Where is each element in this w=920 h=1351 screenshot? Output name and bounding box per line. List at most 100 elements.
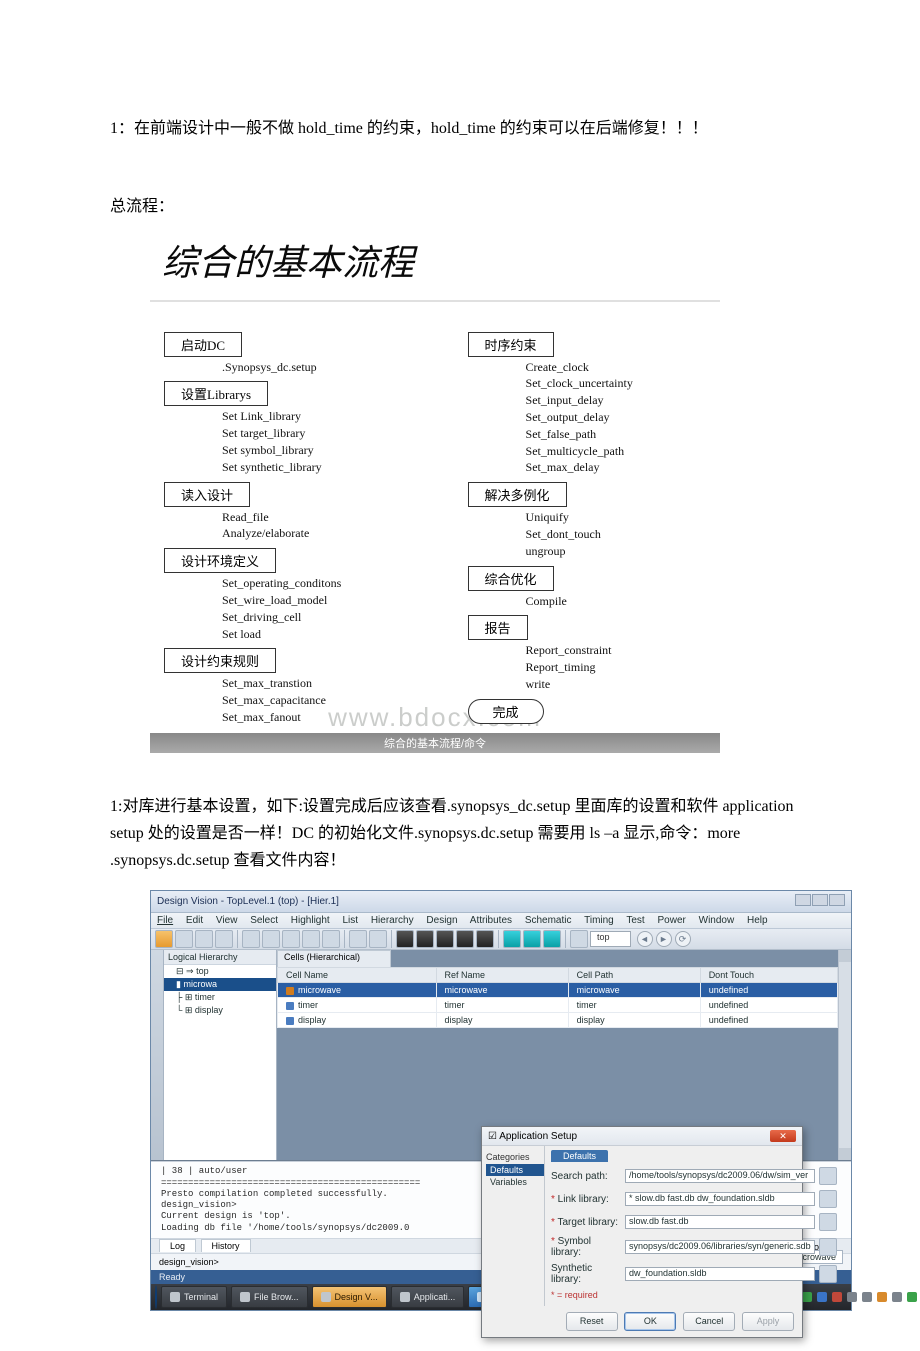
toolbar[interactable]: top ◄ ► ⟳ [151, 929, 851, 950]
tree-row[interactable]: └ ⊞ display [164, 1004, 276, 1017]
tool-icon[interactable] [396, 930, 414, 948]
tree-row[interactable]: ├ ⊞ timer [164, 991, 276, 1004]
task-terminal[interactable]: Terminal [161, 1286, 227, 1308]
tool-icon[interactable] [302, 930, 320, 948]
left-rail[interactable] [151, 950, 164, 1160]
tool-icon[interactable] [215, 930, 233, 948]
hierarchy-tab[interactable]: Logical Hierarchy [164, 950, 276, 965]
tray-icon[interactable] [877, 1292, 887, 1302]
scope-field[interactable]: top [590, 931, 631, 947]
menu-file[interactable]: File [157, 915, 173, 926]
design-vision-window: Design Vision - TopLevel.1 (top) - [Hier… [150, 890, 852, 1311]
tool-icon[interactable] [262, 930, 280, 948]
task-application[interactable]: Applicati... [391, 1286, 465, 1308]
col-donttouch[interactable]: Dont Touch [700, 968, 837, 983]
browse-icon[interactable] [819, 1238, 837, 1256]
apply-button[interactable]: Apply [742, 1312, 794, 1331]
tool-icon[interactable] [175, 930, 193, 948]
item: Set_multicycle_path [526, 443, 706, 460]
field-search-path[interactable]: /home/tools/synopsys/dc2009.06/dw/sim_ve… [625, 1169, 815, 1183]
nav-up-icon[interactable]: ⟳ [675, 931, 691, 947]
browse-icon[interactable] [819, 1213, 837, 1231]
menu-window[interactable]: Window [699, 915, 735, 926]
menu-select[interactable]: Select [250, 915, 278, 926]
tool-icon[interactable] [195, 930, 213, 948]
menu-attributes[interactable]: Attributes [470, 915, 512, 926]
tool-icon[interactable] [436, 930, 454, 948]
box-uniquify: 解决多例化 [468, 482, 567, 507]
task-designvision[interactable]: Design V... [312, 1286, 387, 1308]
menu-test[interactable]: Test [626, 915, 644, 926]
item: Set_max_delay [526, 459, 706, 476]
ok-button[interactable]: OK [624, 1312, 676, 1331]
scrollbar-v[interactable] [838, 950, 851, 1160]
item: ungroup [526, 543, 706, 560]
tray-icon[interactable] [862, 1292, 872, 1302]
cells-table[interactable]: Cell Name Ref Name Cell Path Dont Touch … [277, 967, 838, 1028]
field-target-library[interactable]: slow.db fast.db [625, 1215, 815, 1229]
tool-icon[interactable] [242, 930, 260, 948]
tool-icon[interactable] [523, 930, 541, 948]
browse-icon[interactable] [819, 1190, 837, 1208]
tool-icon[interactable] [322, 930, 340, 948]
col-cellname[interactable]: Cell Name [278, 968, 437, 983]
item: Report_constraint [526, 642, 706, 659]
reset-button[interactable]: Reset [566, 1312, 618, 1331]
col-cellpath[interactable]: Cell Path [568, 968, 700, 983]
table-row[interactable]: timer timer timer undefined [278, 998, 838, 1013]
label-symbol-library: * Symbol library: [551, 1236, 621, 1258]
application-setup-dialog[interactable]: ☑ Application Setup ✕ Categories Default… [481, 1126, 803, 1338]
field-symbol-library[interactable]: synopsys/dc2009.06/libraries/syn/generic… [625, 1240, 815, 1254]
tool-icon[interactable] [570, 930, 588, 948]
tray-icon[interactable] [892, 1292, 902, 1302]
nav-back-icon[interactable]: ◄ [637, 931, 653, 947]
window-controls[interactable] [794, 894, 845, 909]
tree-row[interactable]: ⊟ ⇒ top [164, 965, 276, 978]
col-refname[interactable]: Ref Name [436, 968, 568, 983]
tree-row[interactable]: ▮ microwa [164, 978, 276, 991]
menubar[interactable]: File Edit View Select Highlight List Hie… [151, 913, 851, 929]
start-icon[interactable] [155, 1285, 157, 1309]
tool-icon[interactable] [349, 930, 367, 948]
tool-icon[interactable] [503, 930, 521, 948]
menu-list[interactable]: List [342, 915, 358, 926]
menu-hierarchy[interactable]: Hierarchy [371, 915, 414, 926]
menu-power[interactable]: Power [657, 915, 685, 926]
category-defaults[interactable]: Defaults [486, 1164, 544, 1176]
tool-icon[interactable] [456, 930, 474, 948]
tool-icon[interactable] [416, 930, 434, 948]
tab-log[interactable]: Log [159, 1239, 196, 1252]
task-filebrowser[interactable]: File Brow... [231, 1286, 308, 1308]
tool-icon[interactable] [369, 930, 387, 948]
cancel-button[interactable]: Cancel [683, 1312, 735, 1331]
field-synthetic-library[interactable]: dw_foundation.sldb [625, 1267, 815, 1281]
paragraph-3: 1:对库进行基本设置，如下:设置完成后应该查看.synopsys_dc.setu… [110, 793, 810, 875]
browse-icon[interactable] [819, 1167, 837, 1185]
field-link-library[interactable]: * slow.db fast.db dw_foundation.sldb [625, 1192, 815, 1206]
item: write [526, 676, 706, 693]
menu-highlight[interactable]: Highlight [291, 915, 330, 926]
menu-help[interactable]: Help [747, 915, 768, 926]
tool-icon[interactable] [282, 930, 300, 948]
tray-icon[interactable] [907, 1292, 917, 1302]
tool-icon[interactable] [155, 930, 173, 948]
menu-view[interactable]: View [216, 915, 238, 926]
close-icon[interactable]: ✕ [770, 1130, 796, 1142]
cells-tab[interactable]: Cells (Hierarchical) [277, 950, 391, 967]
table-row[interactable]: microwave microwave microwave undefined [278, 983, 838, 998]
tray-icon[interactable] [847, 1292, 857, 1302]
tool-icon[interactable] [543, 930, 561, 948]
nav-fwd-icon[interactable]: ► [656, 931, 672, 947]
browse-icon[interactable] [819, 1265, 837, 1283]
menu-edit[interactable]: Edit [186, 915, 203, 926]
item: Set_driving_cell [222, 609, 424, 626]
menu-design[interactable]: Design [426, 915, 457, 926]
table-row[interactable]: display display display undefined [278, 1013, 838, 1028]
menu-timing[interactable]: Timing [584, 915, 614, 926]
hierarchy-pane[interactable]: Logical Hierarchy ⊟ ⇒ top ▮ microwa ├ ⊞ … [164, 950, 277, 1160]
tab-history[interactable]: History [201, 1239, 251, 1252]
panel-tab-defaults[interactable]: Defaults [551, 1150, 608, 1162]
menu-schematic[interactable]: Schematic [525, 915, 572, 926]
category-variables[interactable]: Variables [486, 1176, 544, 1188]
tool-icon[interactable] [476, 930, 494, 948]
